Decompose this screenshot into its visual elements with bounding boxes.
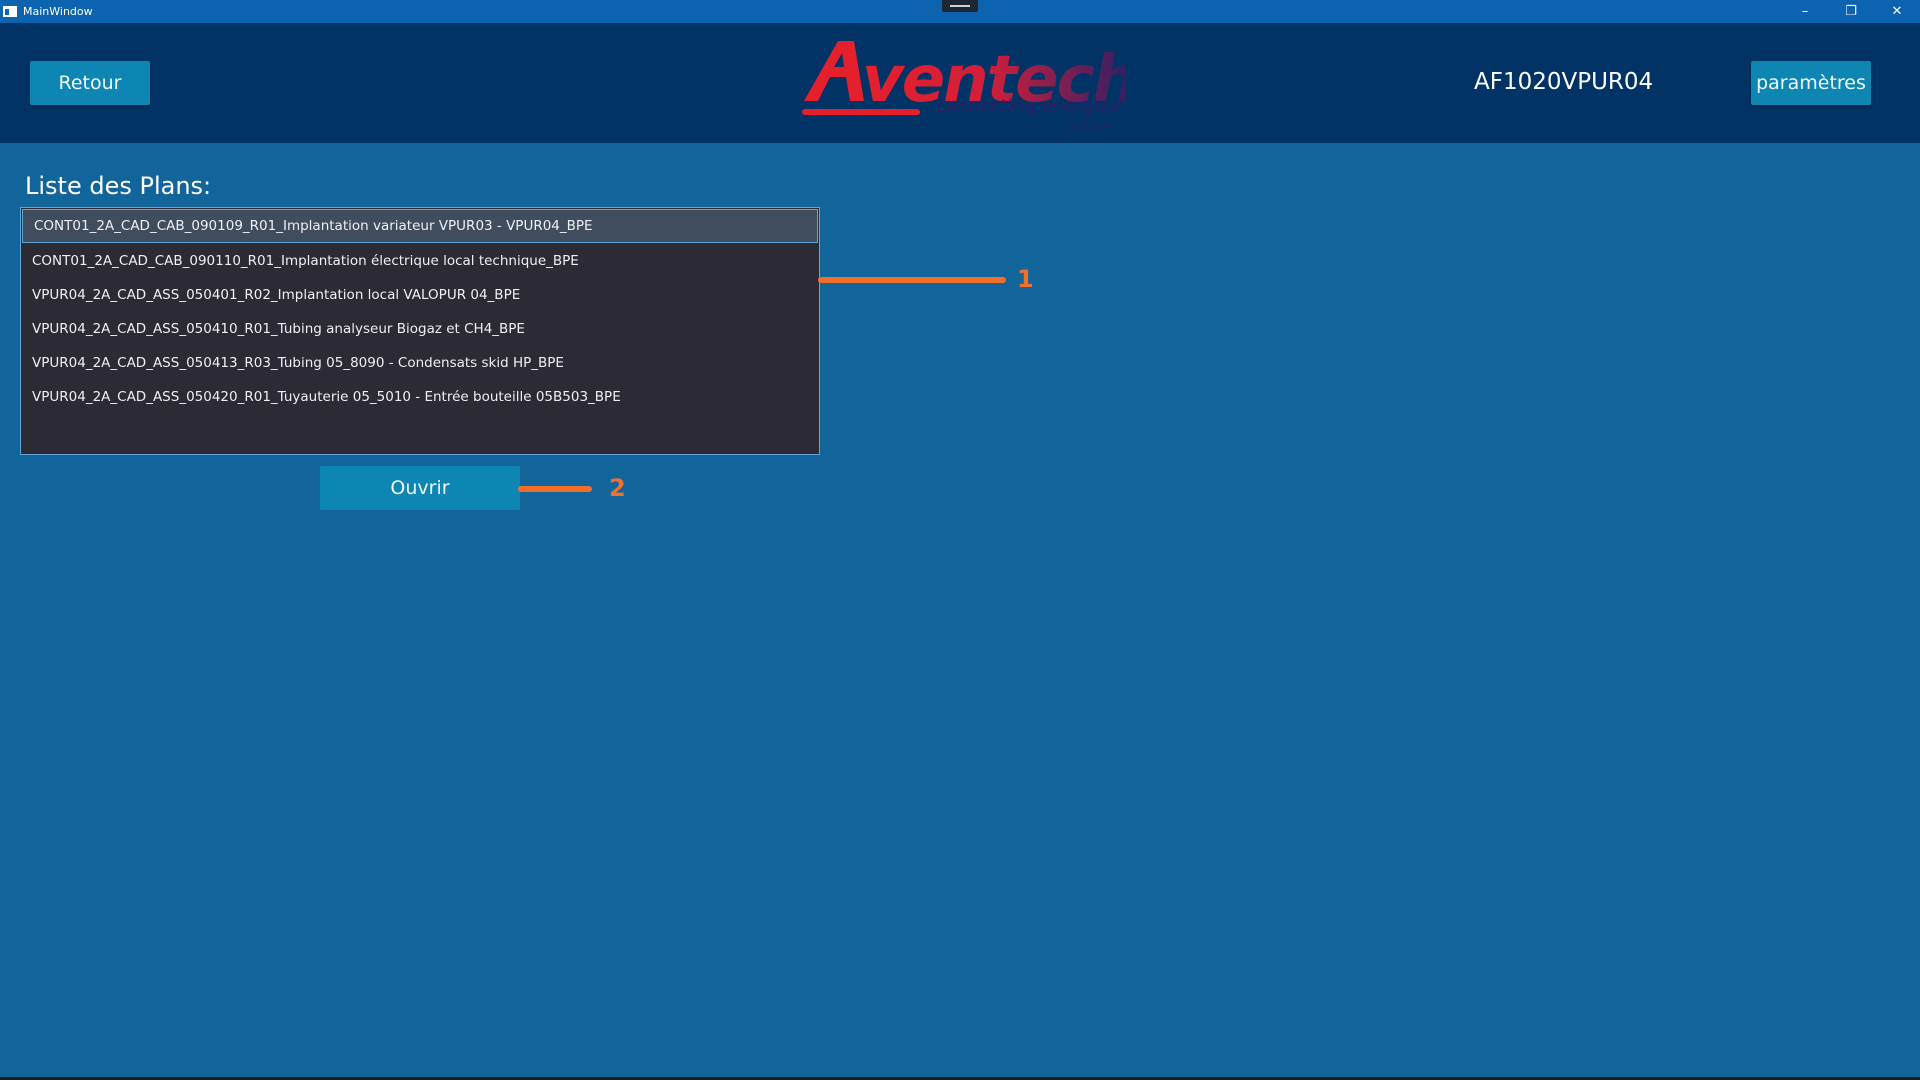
plan-list-item[interactable]: VPUR04_2A_CAD_ASS_050401_R02_Implantatio…: [21, 278, 819, 312]
settings-button[interactable]: paramètres: [1751, 61, 1871, 105]
callout-number-1: 1: [1017, 265, 1034, 293]
plan-list-item[interactable]: VPUR04_2A_CAD_ASS_050420_R01_Tuyauterie …: [21, 380, 819, 414]
plan-list-item[interactable]: CONT01_2A_CAD_CAB_090110_R01_Implantatio…: [21, 244, 819, 278]
plan-list-item[interactable]: VPUR04_2A_CAD_ASS_050413_R03_Tubing 05_8…: [21, 346, 819, 380]
svg-text:by Keyes: by Keyes: [1066, 122, 1111, 133]
drag-handle[interactable]: [942, 0, 978, 12]
callout-line-2: [518, 486, 592, 492]
plan-list-item[interactable]: CONT01_2A_CAD_CAB_090109_R01_Implantatio…: [22, 209, 818, 243]
window-title: MainWindow: [23, 5, 93, 18]
aventech-logo-svg: ventech connecting energies by Keyes: [802, 41, 1138, 133]
app-header: Retour ventech connecting energies by Ke…: [0, 23, 1920, 143]
callout-number-2: 2: [609, 474, 626, 502]
window-controls: – ❐ ✕: [1782, 0, 1920, 23]
close-button[interactable]: ✕: [1874, 0, 1920, 23]
back-button[interactable]: Retour: [30, 61, 150, 105]
aventech-logo: ventech connecting energies by Keyes: [796, 29, 1138, 139]
plan-list-item[interactable]: VPUR04_2A_CAD_ASS_050410_R01_Tubing anal…: [21, 312, 819, 346]
app-window-icon: [3, 6, 17, 17]
machine-id-label: AF1020VPUR04: [1474, 69, 1654, 95]
callout-line-1: [818, 277, 1006, 283]
svg-text:connecting energies: connecting energies: [936, 96, 1119, 117]
minimize-button[interactable]: –: [1782, 0, 1828, 23]
plans-list[interactable]: CONT01_2A_CAD_CAB_090109_R01_Implantatio…: [20, 207, 820, 455]
window-titlebar: MainWindow – ❐ ✕: [0, 0, 1920, 23]
restore-button[interactable]: ❐: [1828, 0, 1874, 23]
open-button[interactable]: Ouvrir: [320, 466, 520, 510]
plans-list-title: Liste des Plans:: [25, 172, 212, 200]
